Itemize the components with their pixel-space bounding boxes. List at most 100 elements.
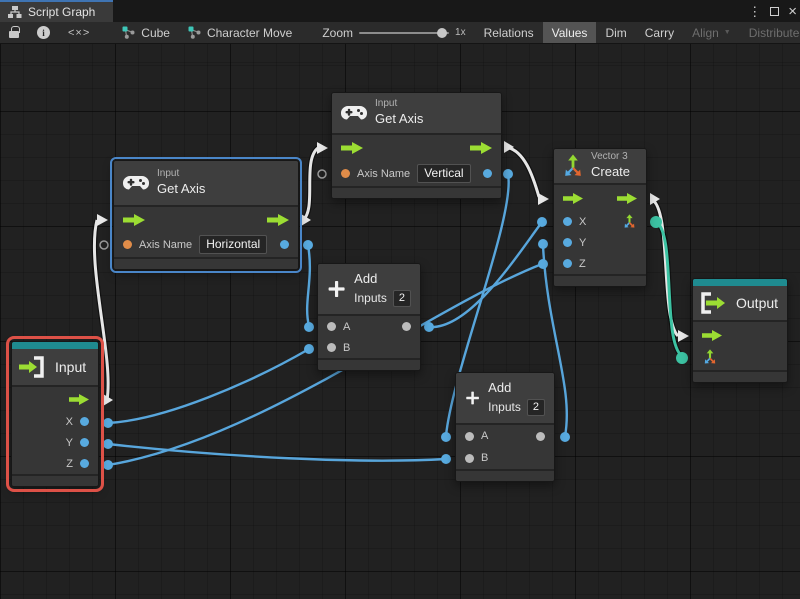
node-title: Add (488, 380, 545, 397)
graph-node-icon (122, 26, 135, 39)
vector3-out-port-icon[interactable] (622, 214, 637, 229)
node-footer (456, 469, 554, 481)
port-z[interactable] (80, 459, 89, 468)
port-x[interactable] (80, 417, 89, 426)
node-header: InputGet Axis (332, 93, 501, 135)
port-b[interactable] (465, 454, 474, 463)
node-subtitle: Input (157, 168, 205, 181)
axis-name-field[interactable]: Vertical (417, 164, 470, 184)
node-vector3-create[interactable]: Vector 3Create X Y Z (553, 148, 647, 287)
zoom-value: 1x (455, 27, 466, 38)
values-button[interactable]: Values (543, 22, 597, 43)
port-b[interactable] (327, 343, 336, 352)
code-preview-button[interactable]: <×> (59, 22, 99, 43)
node-add-1[interactable]: Add Inputs2 A B (317, 263, 421, 371)
flow-out-arrow-icon[interactable] (267, 214, 289, 226)
window-maximize-icon[interactable] (770, 7, 779, 16)
port-y[interactable] (80, 438, 89, 447)
node-subtitle: Input (375, 98, 423, 111)
port-y-label: Y (579, 237, 586, 249)
inputs-label: Inputs (354, 291, 387, 305)
lock-button[interactable] (0, 22, 28, 43)
node-header: Add Inputs 2 (318, 264, 420, 316)
breadcrumb-character-move[interactable]: Character Move (179, 22, 301, 43)
node-get-axis-vertical[interactable]: InputGet Axis Axis Name Vertical (331, 92, 502, 199)
relations-button[interactable]: Relations (475, 22, 543, 43)
plus-icon (465, 386, 480, 410)
param-label: Axis Name (139, 239, 192, 251)
chevron-down-icon: ▼ (724, 29, 731, 36)
script-graph-window: Script Graph ⋮ × i <×> Cube Character Mo… (0, 0, 800, 599)
port-z[interactable] (563, 259, 572, 268)
tab-script-graph[interactable]: Script Graph (0, 0, 113, 22)
info-icon: i (37, 26, 50, 39)
port-z-label: Z (66, 458, 73, 470)
port-y-label: Y (66, 437, 73, 449)
inputs-count-field[interactable]: 2 (393, 290, 411, 307)
axis-name-port[interactable] (123, 240, 132, 249)
flow-out-arrow-icon[interactable] (617, 193, 637, 204)
graph-node-icon (188, 26, 201, 39)
port-a[interactable] (465, 432, 474, 441)
zoom-slider[interactable] (359, 32, 449, 34)
value-out-port[interactable] (483, 169, 492, 178)
tab-label: Script Graph (28, 5, 95, 19)
carry-button[interactable]: Carry (636, 22, 683, 43)
flow-out-arrow-icon[interactable] (69, 394, 89, 405)
node-header: Vector 3Create (554, 149, 646, 185)
flow-in-arrow-icon[interactable] (341, 142, 363, 154)
breadcrumb-label: Cube (141, 26, 170, 40)
node-header: Add Inputs 2 (456, 373, 554, 425)
node-title: Input (55, 358, 86, 376)
vector3-in-port-icon[interactable] (702, 349, 718, 365)
zoom-slider-knob[interactable] (437, 28, 447, 38)
zoom-label: Zoom (322, 26, 353, 40)
node-header: Output (693, 286, 787, 322)
code-icon: <×> (68, 27, 90, 39)
axis-name-field[interactable]: Horizontal (199, 235, 267, 255)
io-node-color-strip (12, 342, 98, 349)
flow-in-arrow-icon[interactable] (123, 214, 145, 226)
dim-button[interactable]: Dim (596, 22, 635, 43)
breadcrumb-cube[interactable]: Cube (113, 22, 179, 43)
input-bracket-icon (19, 355, 47, 379)
node-subtitle: Vector 3 (591, 151, 630, 164)
node-add-2[interactable]: Add Inputs2 A B (455, 372, 555, 482)
value-out-port[interactable] (280, 240, 289, 249)
tab-bar: Script Graph ⋮ × (0, 0, 800, 22)
distribute-dropdown[interactable]: Distribute▼ (740, 22, 800, 43)
flow-in-arrow-icon[interactable] (702, 330, 722, 341)
gamepad-icon (123, 176, 149, 191)
node-graph-output[interactable]: Output (692, 278, 788, 383)
port-x[interactable] (563, 217, 572, 226)
node-footer (693, 370, 787, 382)
info-button[interactable]: i (28, 22, 59, 43)
node-footer (318, 358, 420, 370)
sum-out-port[interactable] (536, 432, 545, 441)
inputs-label: Inputs (488, 400, 521, 414)
port-y[interactable] (563, 238, 572, 247)
output-bracket-icon (700, 291, 728, 315)
node-footer (114, 257, 298, 269)
node-graph-input[interactable]: Input X Y Z (11, 341, 99, 487)
flow-in-arrow-icon[interactable] (563, 193, 583, 204)
node-footer (12, 474, 98, 486)
io-node-color-strip (693, 279, 787, 286)
node-get-axis-horizontal[interactable]: InputGet Axis Axis Name Horizontal (113, 160, 299, 270)
node-header: InputGet Axis (114, 161, 298, 207)
align-dropdown[interactable]: Align▼ (683, 22, 740, 43)
node-title: Add (354, 271, 411, 288)
sum-out-port[interactable] (402, 322, 411, 331)
inputs-count-field[interactable]: 2 (527, 399, 545, 416)
axis-name-port[interactable] (341, 169, 350, 178)
flow-out-arrow-icon[interactable] (470, 142, 492, 154)
window-close-icon[interactable]: × (788, 4, 797, 19)
node-title: Get Axis (157, 181, 205, 198)
node-title: Create (591, 164, 630, 181)
port-x-label: X (66, 416, 73, 428)
node-footer (332, 186, 501, 198)
window-menu-icon[interactable]: ⋮ (748, 5, 761, 18)
port-a[interactable] (327, 322, 336, 331)
breadcrumb-label: Character Move (207, 26, 292, 40)
param-label: Axis Name (357, 168, 410, 180)
